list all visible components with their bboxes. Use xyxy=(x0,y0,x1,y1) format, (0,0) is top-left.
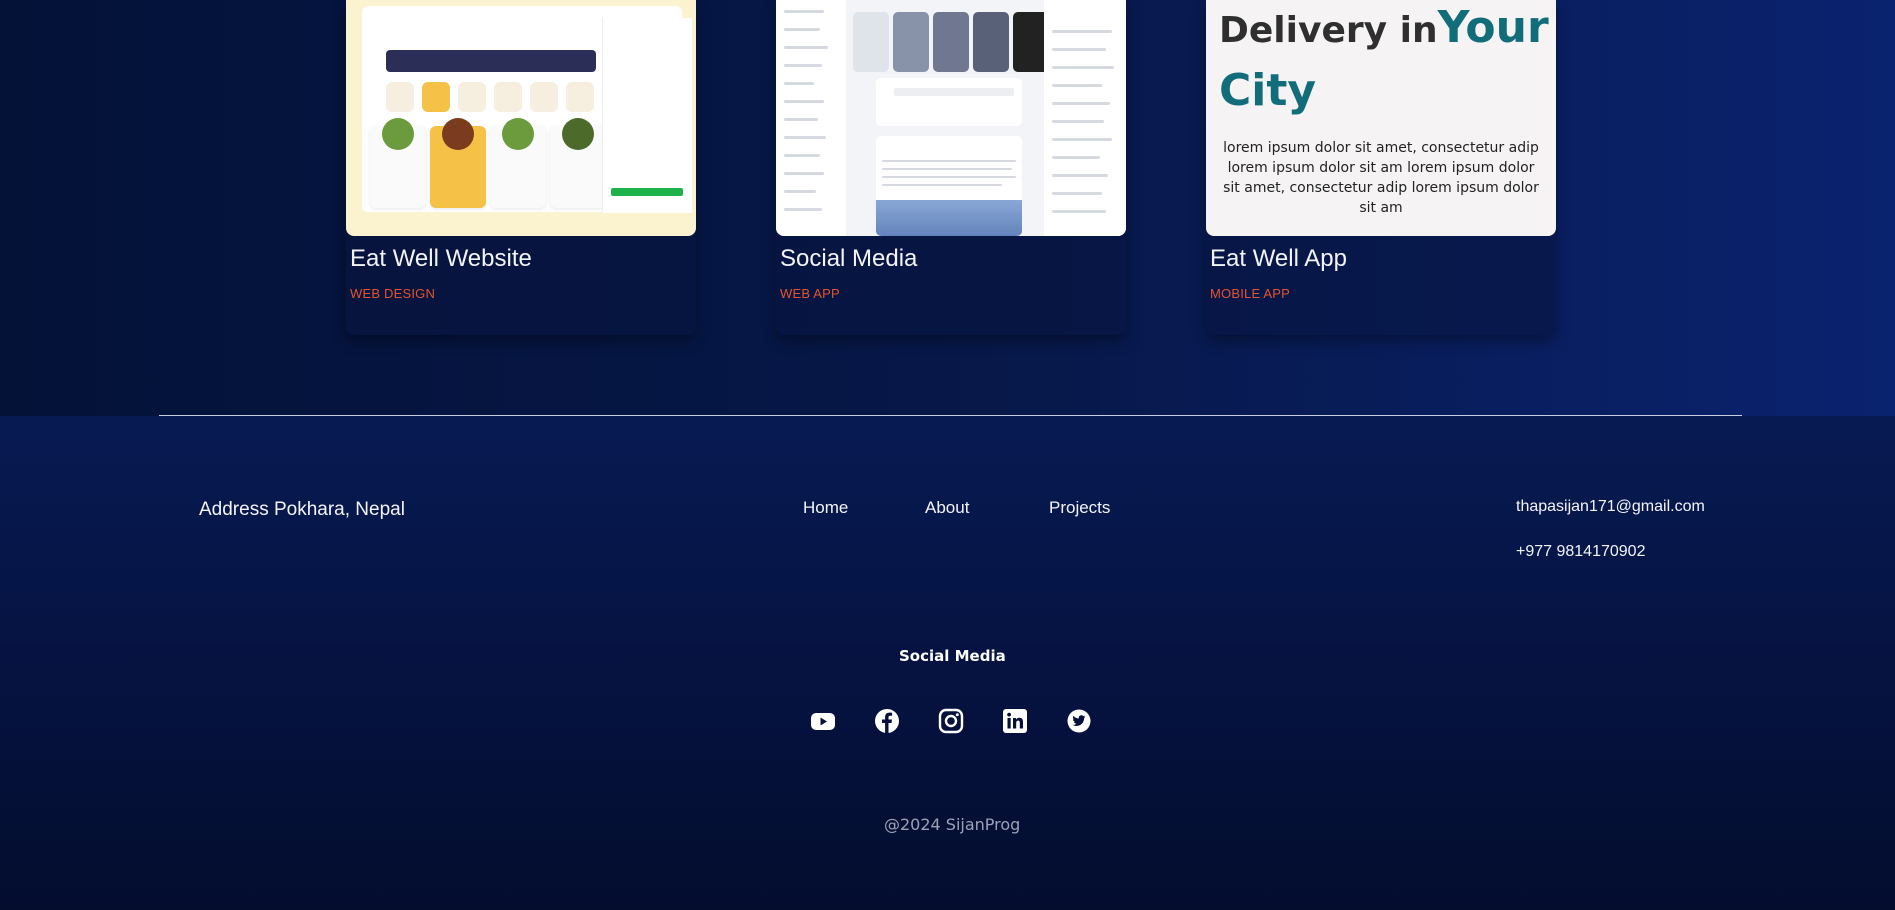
thumbnail-heading: Delivery inYour City xyxy=(1219,2,1549,116)
linkedin-icon[interactable] xyxy=(1001,707,1029,735)
social-media-heading: Social Media xyxy=(899,647,1006,665)
thumbnail-post-composer xyxy=(876,78,1022,126)
project-thumbnail[interactable]: Delivery inYour City lorem ipsum dolor s… xyxy=(1206,0,1556,236)
youtube-icon[interactable] xyxy=(809,707,837,735)
twitter-icon[interactable] xyxy=(1065,707,1093,735)
footer-divider xyxy=(159,415,1742,416)
project-tag: WEB APP xyxy=(780,286,840,301)
project-thumbnail[interactable] xyxy=(346,0,696,236)
project-title[interactable]: Social Media xyxy=(780,245,917,273)
project-title[interactable]: Eat Well Website xyxy=(350,245,532,273)
project-tag: MOBILE APP xyxy=(1210,286,1291,301)
copyright-text: @2024 SijanProg xyxy=(884,815,1021,834)
projects-section: Eat Well Website WEB DESIGN Social Media… xyxy=(0,0,1895,416)
thumbnail-banner xyxy=(386,50,596,72)
footer-address: Address Pokhara, Nepal xyxy=(199,499,405,520)
project-tag: WEB DESIGN xyxy=(350,286,436,301)
project-card-social-media[interactable]: Social Media WEB APP xyxy=(776,0,1126,335)
thumbnail-sidebar xyxy=(776,0,846,236)
instagram-icon[interactable] xyxy=(937,707,965,735)
thumbnail-app-frame xyxy=(362,6,692,213)
project-card-eat-well-app[interactable]: Delivery inYour City lorem ipsum dolor s… xyxy=(1206,0,1556,335)
thumbnail-cart xyxy=(602,18,692,213)
facebook-icon[interactable] xyxy=(873,707,901,735)
footer-nav-projects[interactable]: Projects xyxy=(1049,498,1110,518)
footer-phone[interactable]: +977 9814170902 xyxy=(1516,543,1645,561)
footer-email[interactable]: thapasijan171@gmail.com xyxy=(1516,498,1705,516)
thumbnail-post xyxy=(876,136,1022,236)
project-thumbnail[interactable] xyxy=(776,0,1126,236)
thumbnail-contacts xyxy=(1044,0,1126,236)
footer-nav-home[interactable]: Home xyxy=(803,498,848,518)
project-card-eat-well-website[interactable]: Eat Well Website WEB DESIGN xyxy=(346,0,696,335)
project-title[interactable]: Eat Well App xyxy=(1210,245,1347,273)
footer-nav-about[interactable]: About xyxy=(925,498,969,518)
thumbnail-body-text: lorem ipsum dolor sit amet, consectetur … xyxy=(1223,140,1539,216)
